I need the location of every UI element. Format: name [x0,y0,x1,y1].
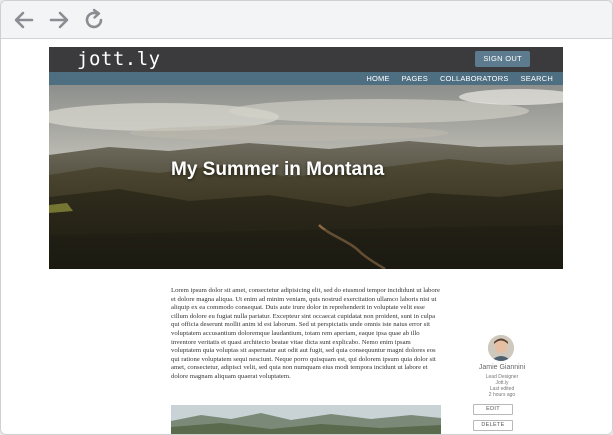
browser-window: jott.ly SIGN OUT HOME PAGES COLLABORATOR… [0,0,613,435]
sign-out-button[interactable]: SIGN OUT [475,51,530,67]
author-name: Jamie Giannini [478,364,526,371]
reload-icon [85,8,103,29]
nav-link-home[interactable]: HOME [366,74,389,83]
edit-button[interactable]: EDIT [473,404,513,415]
page-viewport: jott.ly SIGN OUT HOME PAGES COLLABORATOR… [1,40,612,434]
mountain-photo [171,405,441,434]
site-nav-bar: HOME PAGES COLLABORATORS SEARCH [49,72,563,85]
last-edited-time: 2 hours ago [488,392,516,398]
reload-button[interactable] [81,7,107,33]
post-title: My Summer in Montana [171,159,385,180]
post-body: Lorem ipsum dolor sit amet, consectetur … [171,287,440,380]
nav-link-collaborators[interactable]: COLLABORATORS [440,74,509,83]
hero-image: My Summer in Montana [49,85,563,269]
forward-button[interactable] [46,7,72,33]
browser-toolbar [1,1,612,39]
avatar[interactable] [488,335,514,361]
site-page: jott.ly SIGN OUT HOME PAGES COLLABORATOR… [49,47,563,434]
arrow-right-icon [49,11,69,29]
nav-link-search[interactable]: SEARCH [521,74,553,83]
post-image-preview [171,405,441,434]
person-icon [488,335,514,361]
site-logo[interactable]: jott.ly [77,48,161,70]
site-header: jott.ly SIGN OUT [49,47,563,72]
back-button[interactable] [11,7,37,33]
delete-button[interactable]: DELETE [473,420,513,431]
nav-link-pages[interactable]: PAGES [402,74,428,83]
arrow-left-icon [14,11,34,29]
